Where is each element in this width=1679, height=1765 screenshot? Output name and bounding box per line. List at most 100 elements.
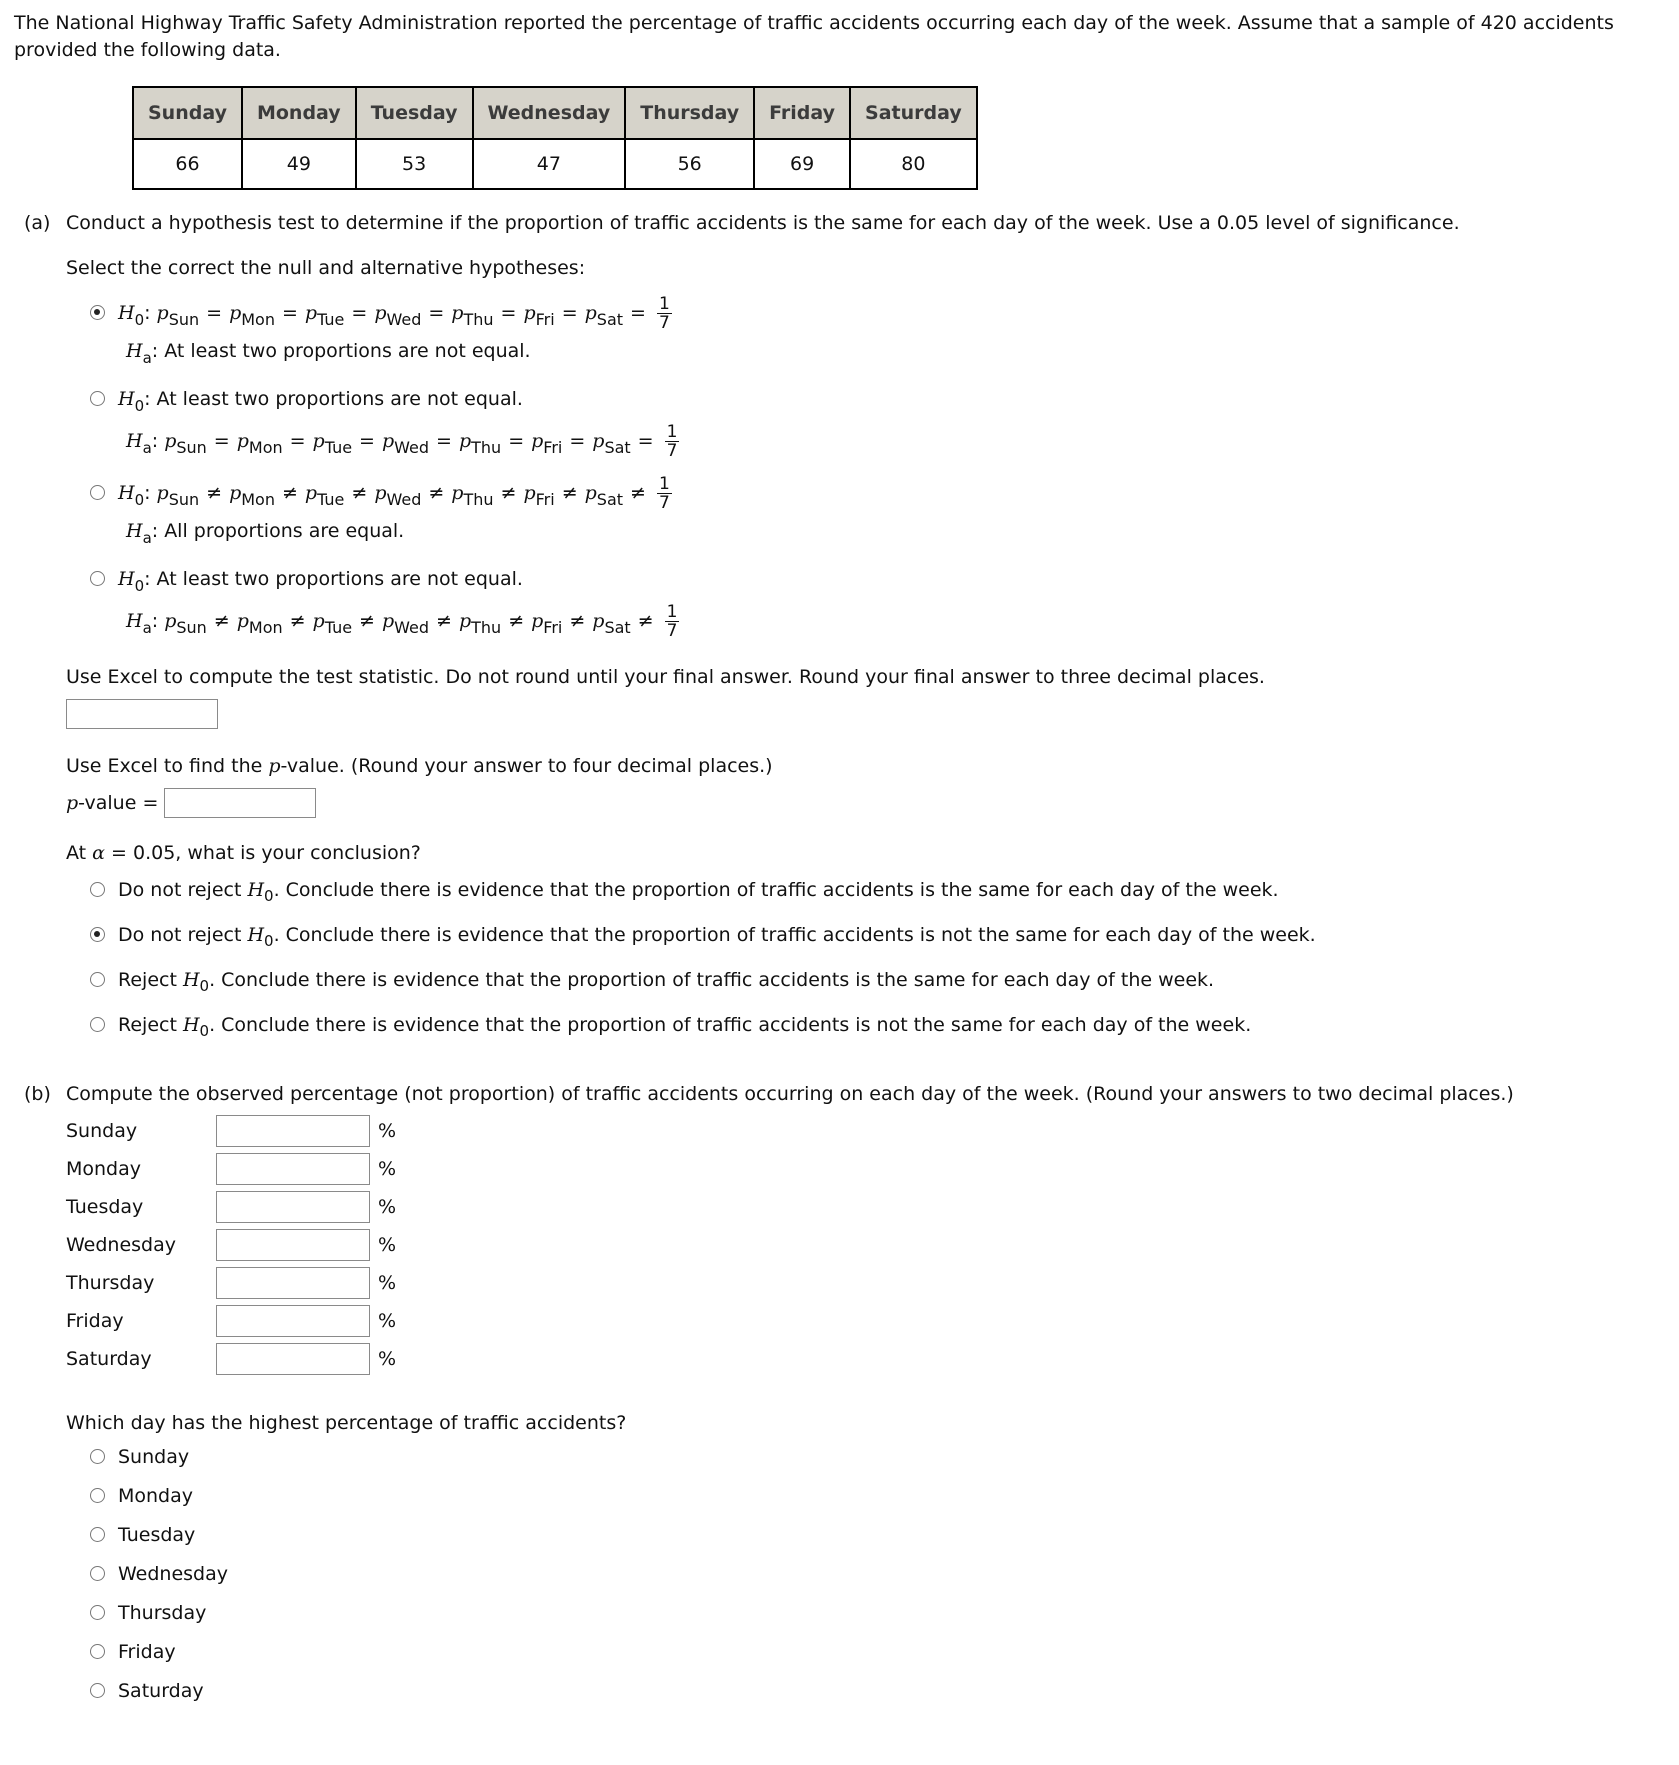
colon: :	[144, 388, 151, 410]
day-radio[interactable]	[90, 1605, 105, 1620]
day-option[interactable]: Saturday	[90, 1671, 1665, 1710]
conclusion-option[interactable]: Reject H0. Conclude there is evidence th…	[90, 957, 1665, 1002]
alt-hypothesis: Ha: pSun = pMon = pTue = pWed = pThu = pFri = pSat = 1 7	[118, 420, 1665, 462]
p-symbol: p	[531, 429, 544, 452]
percentage-input[interactable]	[216, 1191, 370, 1223]
day-label: Tuesday	[66, 1196, 144, 1218]
hypothesis-option[interactable]: H0: pSun = pMon = pTue = pWed = pThu = pFri = pSat = 1 7…	[90, 292, 1665, 368]
hypothesis-symbol: Ha:	[126, 610, 164, 637]
hypothesis-radio[interactable]	[90, 485, 105, 500]
highest-day-options: Sunday Monday Tuesday Wednesday Thursday Frid…	[90, 1437, 1665, 1710]
day-option[interactable]: Thursday	[90, 1593, 1665, 1632]
fraction-denominator: 7	[658, 492, 670, 513]
p-symbol: p	[458, 429, 472, 452]
h-letter: H	[126, 340, 143, 362]
day-radio[interactable]	[90, 1566, 105, 1581]
p-symbol: p	[156, 301, 169, 324]
day-radio[interactable]	[90, 1527, 105, 1542]
intro-text: The National Highway Traffic Safety Admi…	[14, 12, 1614, 61]
conclusion-radio[interactable]	[90, 927, 105, 942]
test-statistic-input[interactable]	[66, 699, 218, 729]
part-b: (b) Compute the observed percentage (not…	[14, 1081, 1665, 1710]
day-option-label: Saturday	[118, 1679, 204, 1702]
day-option-label: Wednesday	[118, 1562, 229, 1585]
operator: ≠	[281, 481, 298, 504]
day-radio[interactable]	[90, 1644, 105, 1659]
h-subscript: 0	[134, 311, 145, 329]
p-symbol: p	[374, 481, 387, 504]
p-symbol: p	[164, 429, 177, 452]
alt-hypothesis: Ha: All proportions are equal.	[118, 514, 1665, 548]
null-hypothesis: H0: pSun = pMon = pTue = pWed = pThu = pFri = pSat = 1 7	[90, 292, 1665, 334]
percentage-row: Sunday%	[66, 1112, 1665, 1150]
conclusion-option[interactable]: Reject H0. Conclude there is evidence th…	[90, 1002, 1665, 1047]
fraction-one-seventh: 17	[664, 421, 680, 460]
hypothesis-option[interactable]: H0: At least two proportions are not equa…	[90, 558, 1665, 642]
h-letter: H	[118, 482, 135, 504]
fraction-numerator: 1	[664, 421, 680, 442]
day-subscript: Mon	[241, 309, 275, 329]
day-radio[interactable]	[90, 1683, 105, 1698]
day-label: Monday	[66, 1158, 142, 1180]
h-letter: H	[126, 520, 143, 542]
day-subscript: Tue	[317, 309, 345, 329]
percentage-input[interactable]	[216, 1267, 370, 1299]
colon: :	[144, 568, 151, 590]
conclusion-prompt-pre: At	[66, 842, 93, 864]
percentage-row: Wednesday%	[66, 1226, 1665, 1264]
fraction-one-seventh: 17	[656, 475, 672, 513]
p-symbol: p	[381, 609, 395, 632]
day-option[interactable]: Sunday	[90, 1437, 1665, 1476]
h-subscript: 0	[264, 931, 274, 950]
operator: =	[637, 429, 654, 452]
hypothesis-radio[interactable]	[90, 391, 105, 406]
null-hypothesis-text: At least two proportions are not equal.	[156, 388, 523, 410]
operator: ≠	[213, 609, 230, 632]
operator: =	[436, 429, 452, 452]
conclusion-post: . Conclude there is evidence that the pr…	[209, 968, 1215, 991]
h-letter: H	[118, 388, 135, 410]
conclusion-option[interactable]: Do not reject H0. Conclude there is evid…	[90, 912, 1665, 957]
hypothesis-option[interactable]: H0: pSun ≠ pMon ≠ pTue ≠ pWed ≠ pThu ≠ pFri ≠ pSat ≠ 1 7…	[90, 472, 1665, 548]
h-letter: H	[247, 923, 265, 946]
day-subscript: Mon	[241, 489, 275, 509]
colon: :	[144, 482, 151, 504]
h-letter: H	[118, 302, 135, 324]
percentage-input[interactable]	[216, 1153, 370, 1185]
day-subscript: Sun	[176, 437, 207, 457]
operator: =	[500, 301, 517, 324]
p-symbol: p	[236, 609, 249, 632]
day-subscript: Thu	[471, 617, 502, 637]
conclusion-radio[interactable]	[90, 1017, 105, 1032]
day-subscript: Tue	[324, 437, 353, 457]
table-cell: 80	[849, 138, 978, 190]
percentage-input[interactable]	[216, 1305, 370, 1337]
percentage-input[interactable]	[216, 1343, 370, 1375]
day-option[interactable]: Wednesday	[90, 1554, 1665, 1593]
operator: =	[351, 301, 368, 324]
hypothesis-radio[interactable]	[90, 571, 105, 586]
conclusion-radio[interactable]	[90, 882, 105, 897]
operator: =	[630, 301, 646, 324]
conclusion-radio[interactable]	[90, 972, 105, 987]
day-subscript: Thu	[463, 309, 494, 329]
colon: :	[144, 302, 151, 324]
p-symbol: p	[304, 481, 318, 504]
day-label: Friday	[66, 1310, 124, 1332]
day-subscript: Sat	[596, 309, 624, 329]
pvalue-input[interactable]	[164, 788, 317, 818]
day-option[interactable]: Friday	[90, 1632, 1665, 1671]
day-option[interactable]: Tuesday	[90, 1515, 1665, 1554]
day-radio[interactable]	[90, 1488, 105, 1503]
percentage-input[interactable]	[216, 1115, 370, 1147]
hypothesis-symbol: Ha:	[126, 340, 164, 367]
day-radio[interactable]	[90, 1449, 105, 1464]
h-subscript: a	[142, 439, 152, 457]
colon: :	[151, 340, 159, 362]
conclusion-option[interactable]: Do not reject H0. Conclude there is evid…	[90, 867, 1665, 912]
day-option[interactable]: Monday	[90, 1476, 1665, 1515]
hypothesis-option[interactable]: H0: At least two proportions are not equa…	[90, 378, 1665, 462]
percentage-input[interactable]	[216, 1229, 370, 1261]
p-symbol: p	[229, 481, 242, 504]
hypothesis-radio[interactable]	[90, 305, 105, 320]
